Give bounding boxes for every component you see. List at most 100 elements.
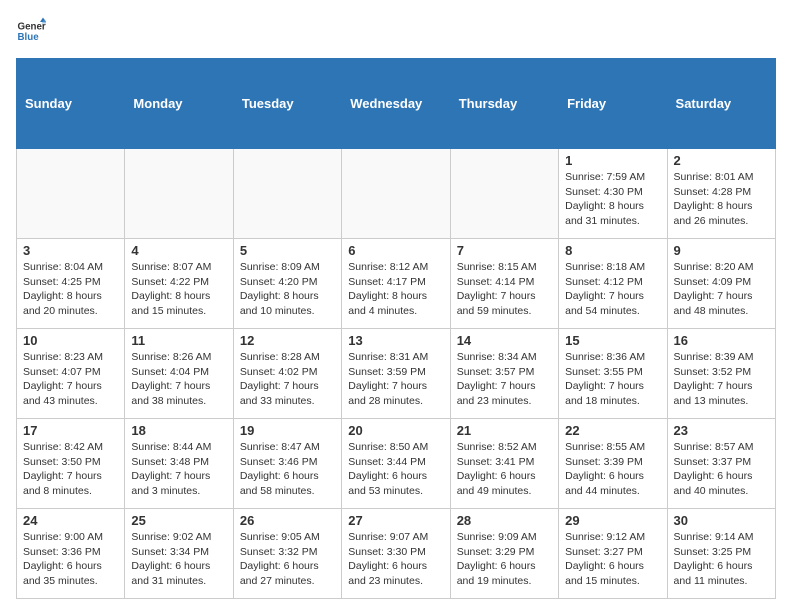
day-number: 5 [240, 243, 335, 258]
day-info: Sunrise: 8:09 AM Sunset: 4:20 PM Dayligh… [240, 260, 335, 319]
weekday-header-thursday: Thursday [450, 59, 558, 149]
calendar-cell: 24 Sunrise: 9:00 AM Sunset: 3:36 PM Dayli… [17, 509, 125, 599]
calendar-cell: 23 Sunrise: 8:57 AM Sunset: 3:37 PM Dayli… [667, 419, 775, 509]
day-number: 17 [23, 423, 118, 438]
day-number: 24 [23, 513, 118, 528]
day-info: Sunrise: 8:20 AM Sunset: 4:09 PM Dayligh… [674, 260, 769, 319]
day-number: 11 [131, 333, 226, 348]
day-info: Sunrise: 8:39 AM Sunset: 3:52 PM Dayligh… [674, 350, 769, 409]
logo: General Blue [16, 16, 46, 46]
day-info: Sunrise: 8:26 AM Sunset: 4:04 PM Dayligh… [131, 350, 226, 409]
weekday-header-monday: Monday [125, 59, 233, 149]
day-number: 27 [348, 513, 443, 528]
day-info: Sunrise: 8:04 AM Sunset: 4:25 PM Dayligh… [23, 260, 118, 319]
calendar-cell: 30Sunrise: 9:14 AM Sunset: 3:25 PM Dayli… [667, 509, 775, 599]
day-number: 15 [565, 333, 660, 348]
day-info: Sunrise: 8:12 AM Sunset: 4:17 PM Dayligh… [348, 260, 443, 319]
day-number: 22 [565, 423, 660, 438]
calendar-cell: 4 Sunrise: 8:07 AM Sunset: 4:22 PM Daylig… [125, 239, 233, 329]
day-info: Sunrise: 9:02 AM Sunset: 3:34 PM Dayligh… [131, 530, 226, 589]
day-info: Sunrise: 9:12 AM Sunset: 3:27 PM Dayligh… [565, 530, 660, 589]
calendar-week-5: 24 Sunrise: 9:00 AM Sunset: 3:36 PM Dayli… [17, 509, 776, 599]
calendar-cell [450, 149, 558, 239]
calendar-cell: 12Sunrise: 8:28 AM Sunset: 4:02 PM Dayli… [233, 329, 341, 419]
day-info: Sunrise: 8:47 AM Sunset: 3:46 PM Dayligh… [240, 440, 335, 499]
day-number: 16 [674, 333, 769, 348]
day-info: Sunrise: 8:50 AM Sunset: 3:44 PM Dayligh… [348, 440, 443, 499]
calendar-cell: 18Sunrise: 8:44 AM Sunset: 3:48 PM Dayli… [125, 419, 233, 509]
calendar-cell: 19 Sunrise: 8:47 AM Sunset: 3:46 PM Dayli… [233, 419, 341, 509]
day-info: Sunrise: 8:52 AM Sunset: 3:41 PM Dayligh… [457, 440, 552, 499]
weekday-header-friday: Friday [559, 59, 667, 149]
day-info: Sunrise: 8:55 AM Sunset: 3:39 PM Dayligh… [565, 440, 660, 499]
calendar-cell: 5 Sunrise: 8:09 AM Sunset: 4:20 PM Daylig… [233, 239, 341, 329]
day-info: Sunrise: 9:00 AM Sunset: 3:36 PM Dayligh… [23, 530, 118, 589]
calendar-cell [342, 149, 450, 239]
calendar-week-2: 3 Sunrise: 8:04 AM Sunset: 4:25 PM Daylig… [17, 239, 776, 329]
calendar-cell: 29 Sunrise: 9:12 AM Sunset: 3:27 PM Dayli… [559, 509, 667, 599]
day-number: 21 [457, 423, 552, 438]
calendar-week-1: 1 Sunrise: 7:59 AM Sunset: 4:30 PM Daylig… [17, 149, 776, 239]
weekday-header-saturday: Saturday [667, 59, 775, 149]
day-number: 1 [565, 153, 660, 168]
day-info: Sunrise: 7:59 AM Sunset: 4:30 PM Dayligh… [565, 170, 660, 229]
calendar-cell: 9 Sunrise: 8:20 AM Sunset: 4:09 PM Daylig… [667, 239, 775, 329]
calendar-cell: 13 Sunrise: 8:31 AM Sunset: 3:59 PM Dayli… [342, 329, 450, 419]
day-number: 10 [23, 333, 118, 348]
day-number: 28 [457, 513, 552, 528]
calendar-cell: 6 Sunrise: 8:12 AM Sunset: 4:17 PM Daylig… [342, 239, 450, 329]
day-number: 13 [348, 333, 443, 348]
day-number: 8 [565, 243, 660, 258]
svg-text:Blue: Blue [18, 32, 40, 43]
day-info: Sunrise: 9:07 AM Sunset: 3:30 PM Dayligh… [348, 530, 443, 589]
svg-text:General: General [18, 22, 47, 33]
day-number: 4 [131, 243, 226, 258]
day-number: 12 [240, 333, 335, 348]
day-info: Sunrise: 8:57 AM Sunset: 3:37 PM Dayligh… [674, 440, 769, 499]
day-number: 20 [348, 423, 443, 438]
calendar-cell: 28 Sunrise: 9:09 AM Sunset: 3:29 PM Dayli… [450, 509, 558, 599]
calendar-cell [233, 149, 341, 239]
day-number: 7 [457, 243, 552, 258]
day-info: Sunrise: 9:14 AM Sunset: 3:25 PM Dayligh… [674, 530, 769, 589]
weekday-header-wednesday: Wednesday [342, 59, 450, 149]
day-info: Sunrise: 8:01 AM Sunset: 4:28 PM Dayligh… [674, 170, 769, 229]
day-info: Sunrise: 8:36 AM Sunset: 3:55 PM Dayligh… [565, 350, 660, 409]
calendar-cell: 2 Sunrise: 8:01 AM Sunset: 4:28 PM Daylig… [667, 149, 775, 239]
day-info: Sunrise: 8:23 AM Sunset: 4:07 PM Dayligh… [23, 350, 118, 409]
day-number: 2 [674, 153, 769, 168]
day-number: 29 [565, 513, 660, 528]
day-number: 26 [240, 513, 335, 528]
calendar-week-3: 10 Sunrise: 8:23 AM Sunset: 4:07 PM Dayli… [17, 329, 776, 419]
weekday-header-row: SundayMondayTuesdayWednesdayThursdayFrid… [17, 59, 776, 149]
day-info: Sunrise: 8:31 AM Sunset: 3:59 PM Dayligh… [348, 350, 443, 409]
day-info: Sunrise: 9:09 AM Sunset: 3:29 PM Dayligh… [457, 530, 552, 589]
day-info: Sunrise: 8:44 AM Sunset: 3:48 PM Dayligh… [131, 440, 226, 499]
calendar-cell: 27 Sunrise: 9:07 AM Sunset: 3:30 PM Dayli… [342, 509, 450, 599]
calendar-cell: 8Sunrise: 8:18 AM Sunset: 4:12 PM Daylig… [559, 239, 667, 329]
day-info: Sunrise: 8:07 AM Sunset: 4:22 PM Dayligh… [131, 260, 226, 319]
calendar-cell: 20 Sunrise: 8:50 AM Sunset: 3:44 PM Dayli… [342, 419, 450, 509]
calendar-cell: 3 Sunrise: 8:04 AM Sunset: 4:25 PM Daylig… [17, 239, 125, 329]
day-number: 19 [240, 423, 335, 438]
page-header: General Blue [16, 16, 776, 46]
calendar-cell: 21 Sunrise: 8:52 AM Sunset: 3:41 PM Dayli… [450, 419, 558, 509]
calendar-cell: 10 Sunrise: 8:23 AM Sunset: 4:07 PM Dayli… [17, 329, 125, 419]
weekday-header-sunday: Sunday [17, 59, 125, 149]
day-number: 6 [348, 243, 443, 258]
day-info: Sunrise: 9:05 AM Sunset: 3:32 PM Dayligh… [240, 530, 335, 589]
day-info: Sunrise: 8:42 AM Sunset: 3:50 PM Dayligh… [23, 440, 118, 499]
calendar-cell: 1 Sunrise: 7:59 AM Sunset: 4:30 PM Daylig… [559, 149, 667, 239]
day-number: 3 [23, 243, 118, 258]
calendar-cell: 22 Sunrise: 8:55 AM Sunset: 3:39 PM Dayli… [559, 419, 667, 509]
calendar-cell: 16 Sunrise: 8:39 AM Sunset: 3:52 PM Dayli… [667, 329, 775, 419]
day-number: 23 [674, 423, 769, 438]
day-number: 9 [674, 243, 769, 258]
calendar-cell: 15 Sunrise: 8:36 AM Sunset: 3:55 PM Dayli… [559, 329, 667, 419]
day-number: 25 [131, 513, 226, 528]
day-number: 14 [457, 333, 552, 348]
calendar-cell: 25 Sunrise: 9:02 AM Sunset: 3:34 PM Dayli… [125, 509, 233, 599]
day-info: Sunrise: 8:15 AM Sunset: 4:14 PM Dayligh… [457, 260, 552, 319]
calendar-week-4: 17 Sunrise: 8:42 AM Sunset: 3:50 PM Dayli… [17, 419, 776, 509]
calendar-cell [125, 149, 233, 239]
